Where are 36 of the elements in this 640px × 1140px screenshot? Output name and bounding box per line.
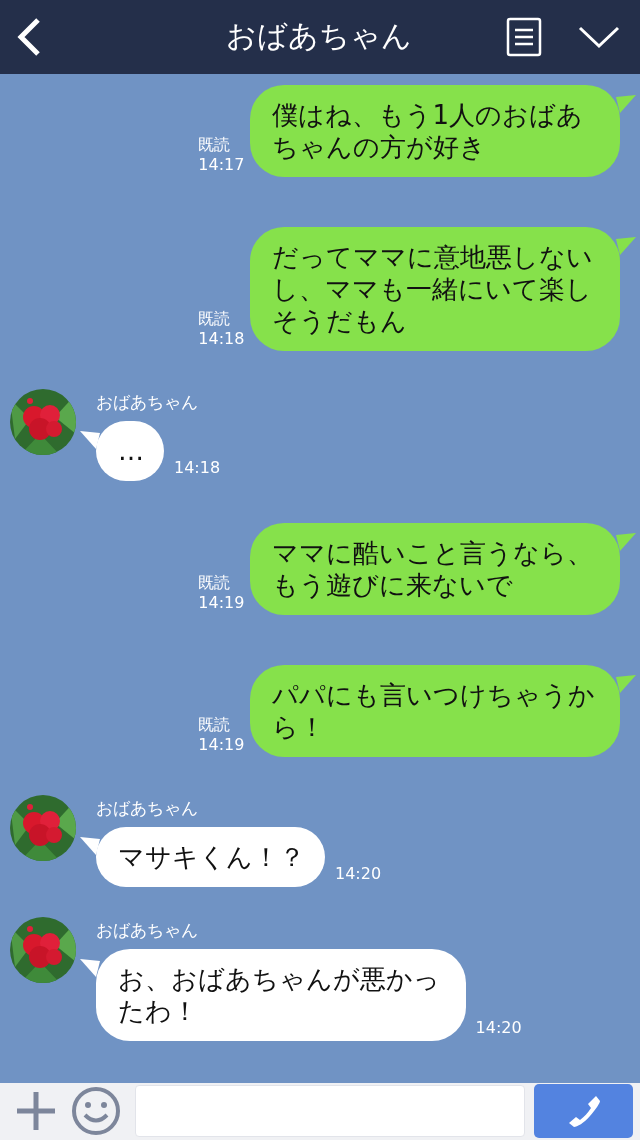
message-time: 14:19: [198, 734, 245, 755]
read-receipt: 既読: [198, 134, 232, 155]
message-time: 14:20: [475, 1017, 522, 1037]
sender-name: おばあちゃん: [96, 390, 199, 413]
smiley-icon[interactable]: [71, 1086, 121, 1137]
chevron-down-icon[interactable]: [578, 24, 620, 49]
bubble-tail: [80, 430, 100, 451]
back-icon[interactable]: [16, 16, 42, 57]
read-receipt: 既読: [198, 572, 232, 593]
message-input[interactable]: [135, 1085, 525, 1138]
message-bubble: …: [96, 420, 164, 481]
read-receipt: 既読: [198, 714, 232, 735]
message-bubble: だってママに意地悪しないし、ママも一緒にいて楽しそうだもん: [250, 226, 620, 351]
bubble-tail: [616, 94, 636, 115]
message-time: 14:18: [198, 328, 245, 349]
message-bubble: お、おばあちゃんが悪かったわ！: [96, 948, 466, 1041]
bubble-tail: [80, 958, 100, 979]
read-receipt: 既読: [198, 308, 232, 329]
message-time: 14:19: [198, 592, 245, 613]
sender-name: おばあちゃん: [96, 796, 199, 819]
sender-name: おばあちゃん: [96, 918, 199, 941]
bubble-tail: [616, 674, 636, 695]
bubble-tail: [616, 236, 636, 257]
message-time: 14:18: [174, 457, 221, 477]
message-time: 14:20: [335, 863, 382, 883]
bubble-tail: [80, 836, 100, 857]
menu-icon[interactable]: [506, 16, 542, 57]
plus-icon[interactable]: [15, 1090, 57, 1133]
message-time: 14:17: [198, 154, 245, 175]
message-bubble: パパにも言いつけちゃうから！: [250, 664, 620, 757]
message-bubble: 僕はね、もう1人のおばあちゃんの方が好き: [250, 84, 620, 177]
call-button[interactable]: [534, 1084, 633, 1139]
chat-title: おばあちゃん: [225, 17, 413, 56]
bubble-tail: [616, 532, 636, 553]
message-bubble: ママに酷いこと言うなら、もう遊びに来ないで: [250, 522, 620, 615]
message-bubble: マサキくん！？: [96, 826, 325, 887]
